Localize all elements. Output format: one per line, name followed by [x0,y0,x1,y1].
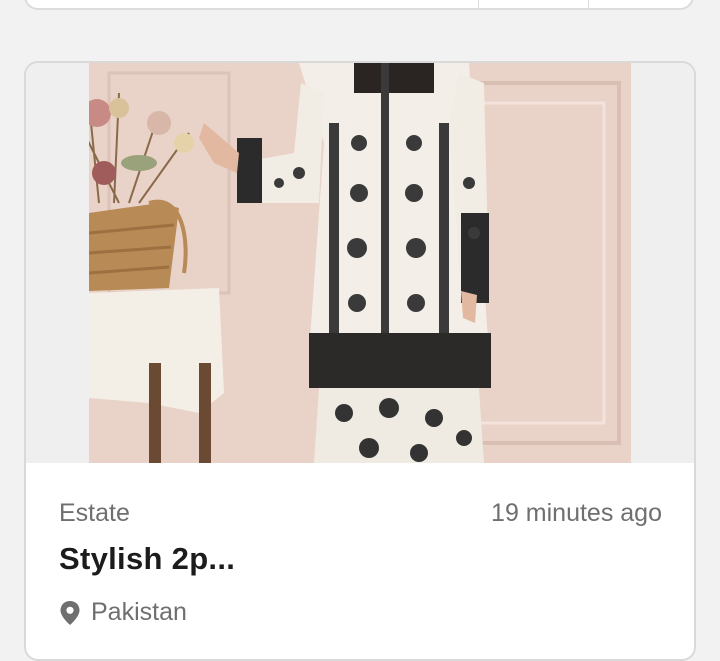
listing-category: Estate [59,499,130,527]
listing-time: 19 minutes ago [491,499,662,527]
divider [588,0,589,8]
listing-photo[interactable] [89,63,631,463]
listing-media[interactable] [26,63,694,463]
divider [478,0,479,8]
location-text: Pakistan [91,598,187,626]
map-pin-icon [60,600,80,625]
listing-title[interactable]: Stylish 2p... [59,541,235,577]
listing-location: Pakistan [59,598,187,627]
previous-listing-card[interactable] [24,0,694,10]
listing-card[interactable]: Estate 19 minutes ago Stylish 2p... Paki… [24,61,696,661]
